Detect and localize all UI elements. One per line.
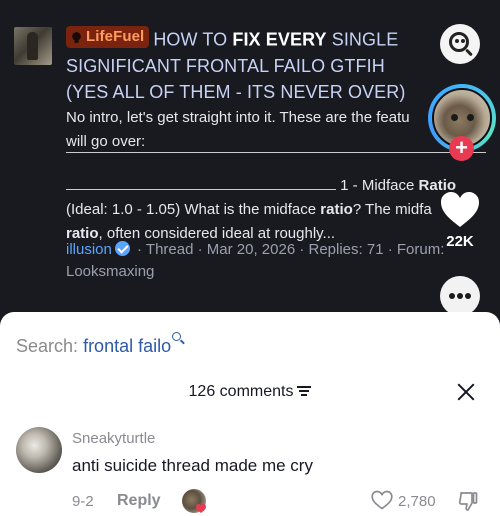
- comment-item: Sneakyturtle anti suicide thread made me…: [0, 422, 500, 516]
- like-count: 22K: [446, 233, 474, 250]
- prefix-label: LifeFuel: [86, 28, 145, 45]
- search-label: Search:: [16, 336, 79, 356]
- author-link[interactable]: illusion: [66, 241, 112, 258]
- bulb-icon: [72, 31, 81, 43]
- prefix-badge: LifeFuel: [66, 26, 150, 48]
- comments-header: 126 comments: [0, 383, 500, 401]
- search-suggestion[interactable]: Search: frontal failo: [16, 332, 184, 357]
- verified-icon: [114, 241, 130, 256]
- heart-icon[interactable]: [439, 190, 481, 230]
- heart-icon: [196, 504, 206, 513]
- excerpt-3a: (Ideal: 1.0 - 1.05) What is the midface: [66, 201, 321, 218]
- comment-username[interactable]: Sneakyturtle: [72, 430, 155, 447]
- meta-text: · Thread · Mar 20, 2026 · Replies: 71 · …: [137, 241, 445, 258]
- post-excerpt: No intro, let's get straight into it. Th…: [66, 106, 486, 246]
- more-icon[interactable]: [440, 276, 480, 316]
- search-icon[interactable]: [172, 332, 184, 346]
- excerpt-3c: ? The midfa: [352, 201, 432, 218]
- excerpt-line-2: will go over:: [66, 133, 146, 150]
- search-query[interactable]: frontal failo: [83, 336, 171, 356]
- section-rule: [66, 176, 336, 190]
- post-meta: illusion · Thread · Mar 20, 2026 · Repli…: [66, 239, 476, 283]
- reply-button[interactable]: Reply: [117, 492, 161, 510]
- comment-date: 9-2: [72, 493, 94, 510]
- excerpt-rule: [66, 152, 486, 153]
- close-icon[interactable]: [456, 382, 476, 402]
- post-title: LifeFuel HOW TO FIX EVERY SINGLE SIGNIFI…: [66, 26, 424, 105]
- post-thumbnail: [14, 27, 52, 65]
- avatar[interactable]: [16, 427, 62, 473]
- heart-icon[interactable]: [371, 490, 393, 510]
- forum-name: Looksmaxing: [66, 263, 155, 280]
- video-area[interactable]: LifeFuel HOW TO FIX EVERY SINGLE SIGNIFI…: [0, 0, 500, 318]
- title-highlight: FIX EVERY: [232, 29, 327, 50]
- follow-plus-icon[interactable]: +: [449, 136, 474, 161]
- search-face-icon[interactable]: [440, 24, 480, 64]
- comment-like-count: 2,780: [398, 493, 436, 510]
- excerpt-3b: ratio: [320, 201, 353, 218]
- section-intro: 1 - Midface: [340, 177, 415, 194]
- excerpt-spacer: [66, 154, 486, 174]
- comment-text: anti suicide thread made me cry: [72, 456, 313, 475]
- title-part-1: HOW TO: [153, 29, 233, 50]
- excerpt-line-1: No intro, let's get straight into it. Th…: [66, 109, 410, 126]
- sort-icon[interactable]: [297, 385, 312, 396]
- comment-sheet: Search: frontal failo 126 comments Sneak…: [0, 312, 500, 516]
- excerpt-line-3: (Ideal: 1.0 - 1.05) What is the midface …: [66, 198, 486, 222]
- dislike-icon[interactable]: [457, 490, 479, 512]
- comments-count: 126 comments: [188, 383, 294, 400]
- section-heading: 1 - Midface Ratio: [66, 174, 486, 198]
